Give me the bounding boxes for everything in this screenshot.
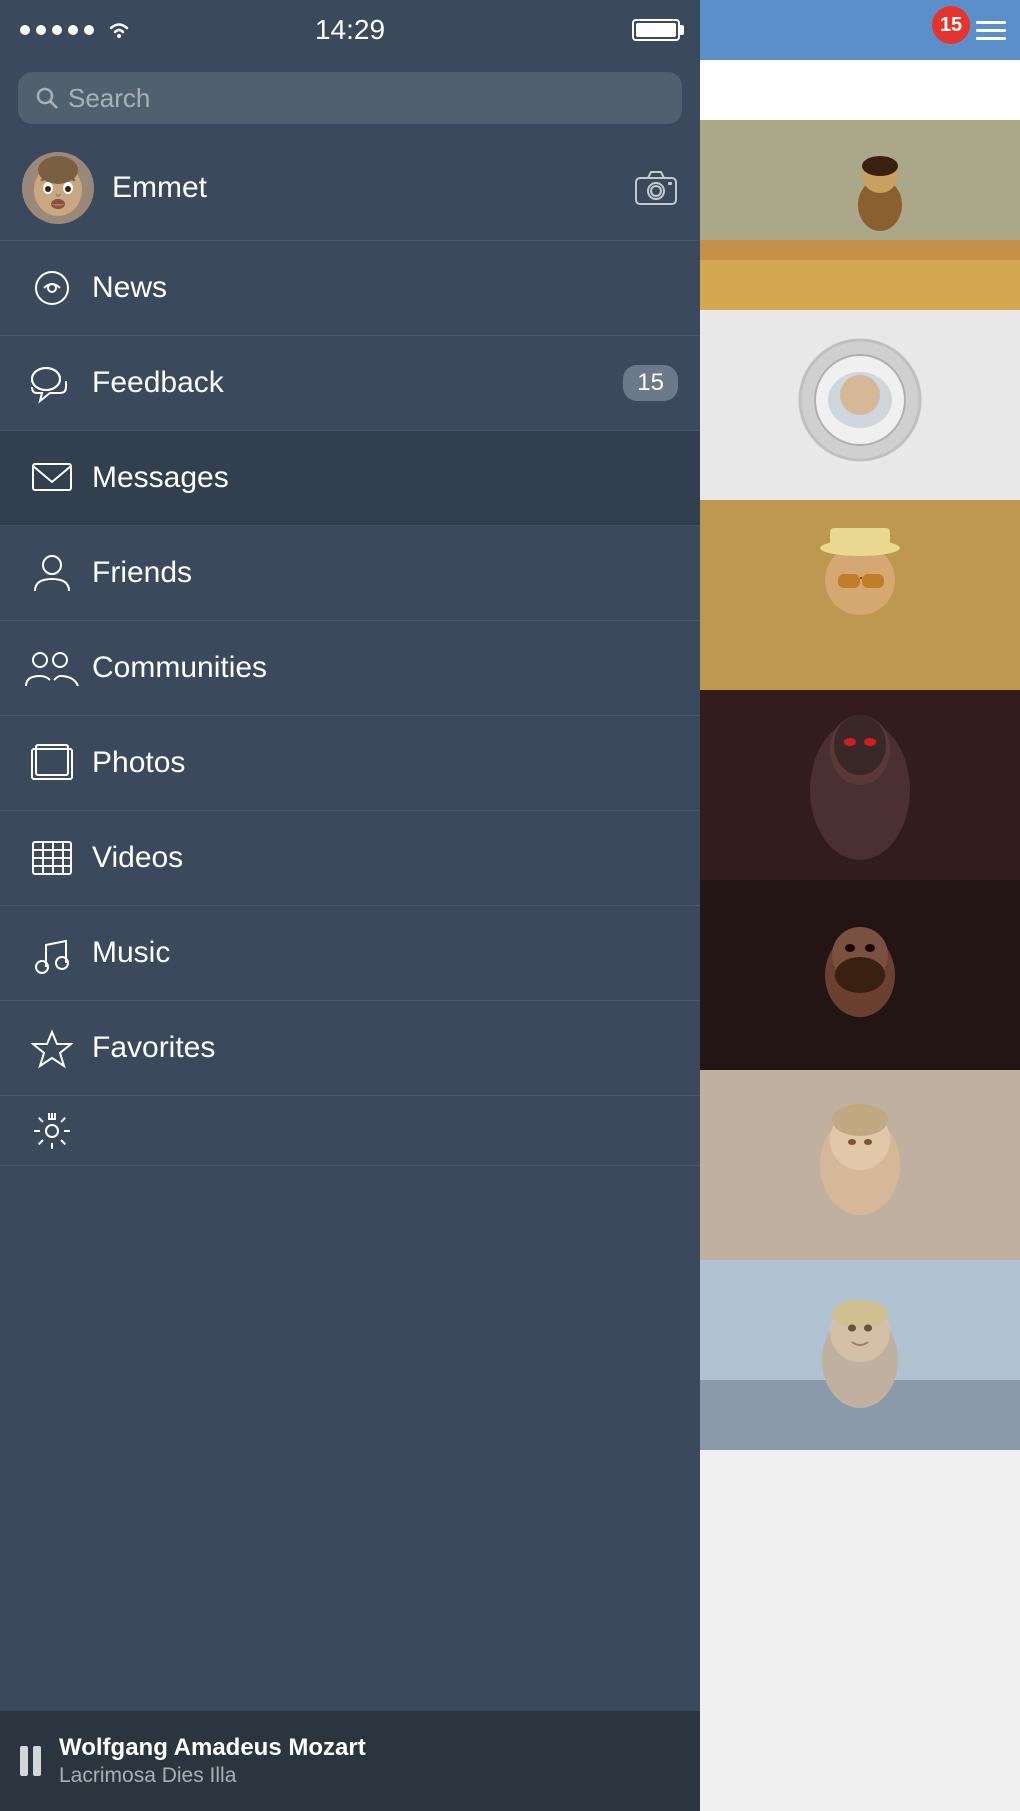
- status-bar: 14:29: [0, 0, 700, 60]
- music-title: Wolfgang Amadeus Mozart: [59, 1734, 680, 1762]
- sidebar-item-music[interactable]: Music: [0, 906, 700, 1001]
- feed-top-white: [700, 60, 1020, 120]
- search-bar[interactable]: Search: [18, 72, 682, 124]
- sidebar-item-feedback[interactable]: Feedback 15: [0, 336, 700, 431]
- feed-image-2[interactable]: [700, 310, 1020, 500]
- search-icon: [36, 87, 58, 109]
- notification-badge[interactable]: 15: [932, 6, 970, 44]
- news-label: News: [92, 271, 678, 305]
- sidebar-item-settings[interactable]: [0, 1096, 700, 1166]
- feedback-icon: [22, 361, 82, 405]
- sidebar-item-news[interactable]: News: [0, 241, 700, 336]
- videos-icon: [22, 836, 82, 880]
- sidebar-item-communities[interactable]: Communities: [0, 621, 700, 716]
- feed-image-3[interactable]: [700, 500, 1020, 690]
- videos-label: Videos: [92, 841, 678, 875]
- settings-icon: [22, 1109, 82, 1153]
- favorites-icon: [22, 1026, 82, 1070]
- right-top-bar: 15: [700, 0, 1020, 60]
- friends-label: Friends: [92, 556, 678, 590]
- wifi-icon: [106, 20, 132, 40]
- hamburger-menu[interactable]: [976, 21, 1006, 40]
- messages-icon: [22, 456, 82, 500]
- feedback-label: Feedback: [92, 366, 623, 400]
- photos-label: Photos: [92, 746, 678, 780]
- news-icon: [22, 266, 82, 310]
- feed-image-1[interactable]: [700, 120, 1020, 310]
- messages-label: Messages: [92, 461, 678, 495]
- favorites-label: Favorites: [92, 1031, 678, 1065]
- sidebar-item-messages[interactable]: Messages: [0, 431, 700, 526]
- feed-images: [700, 120, 1020, 1450]
- profile-name: Emmet: [112, 171, 634, 205]
- pause-button[interactable]: [20, 1746, 41, 1776]
- battery-icon: [632, 19, 680, 41]
- right-feed: [700, 60, 1020, 1811]
- friends-icon: [22, 551, 82, 595]
- sidebar-item-videos[interactable]: Videos: [0, 811, 700, 906]
- photos-icon: [22, 741, 82, 785]
- camera-icon[interactable]: [634, 170, 678, 206]
- communities-label: Communities: [92, 651, 678, 685]
- music-subtitle: Lacrimosa Dies Illa: [59, 1764, 680, 1788]
- sidebar-item-photos[interactable]: Photos: [0, 716, 700, 811]
- sidebar-item-friends[interactable]: Friends: [0, 526, 700, 621]
- right-panel: 15: [700, 0, 1020, 1811]
- feed-image-7[interactable]: [700, 1260, 1020, 1450]
- music-label: Music: [92, 936, 678, 970]
- search-placeholder: Search: [68, 83, 150, 114]
- communities-icon: [22, 646, 82, 690]
- signal-dots: [20, 25, 94, 35]
- feedback-badge: 15: [623, 365, 678, 401]
- sidebar-item-favorites[interactable]: Favorites: [0, 1001, 700, 1096]
- status-time: 14:29: [315, 14, 385, 46]
- music-player-bar[interactable]: Wolfgang Amadeus Mozart Lacrimosa Dies I…: [0, 1711, 700, 1811]
- avatar: [22, 152, 94, 224]
- profile-item[interactable]: Emmet: [0, 136, 700, 241]
- music-info: Wolfgang Amadeus Mozart Lacrimosa Dies I…: [59, 1734, 680, 1788]
- feed-image-4[interactable]: [700, 690, 1020, 880]
- left-panel: 14:29 Search: [0, 0, 700, 1811]
- feed-image-6[interactable]: [700, 1070, 1020, 1260]
- feed-image-5[interactable]: [700, 880, 1020, 1070]
- music-icon: [22, 931, 82, 975]
- menu-list: News Feedback 15 Messages: [0, 241, 700, 1711]
